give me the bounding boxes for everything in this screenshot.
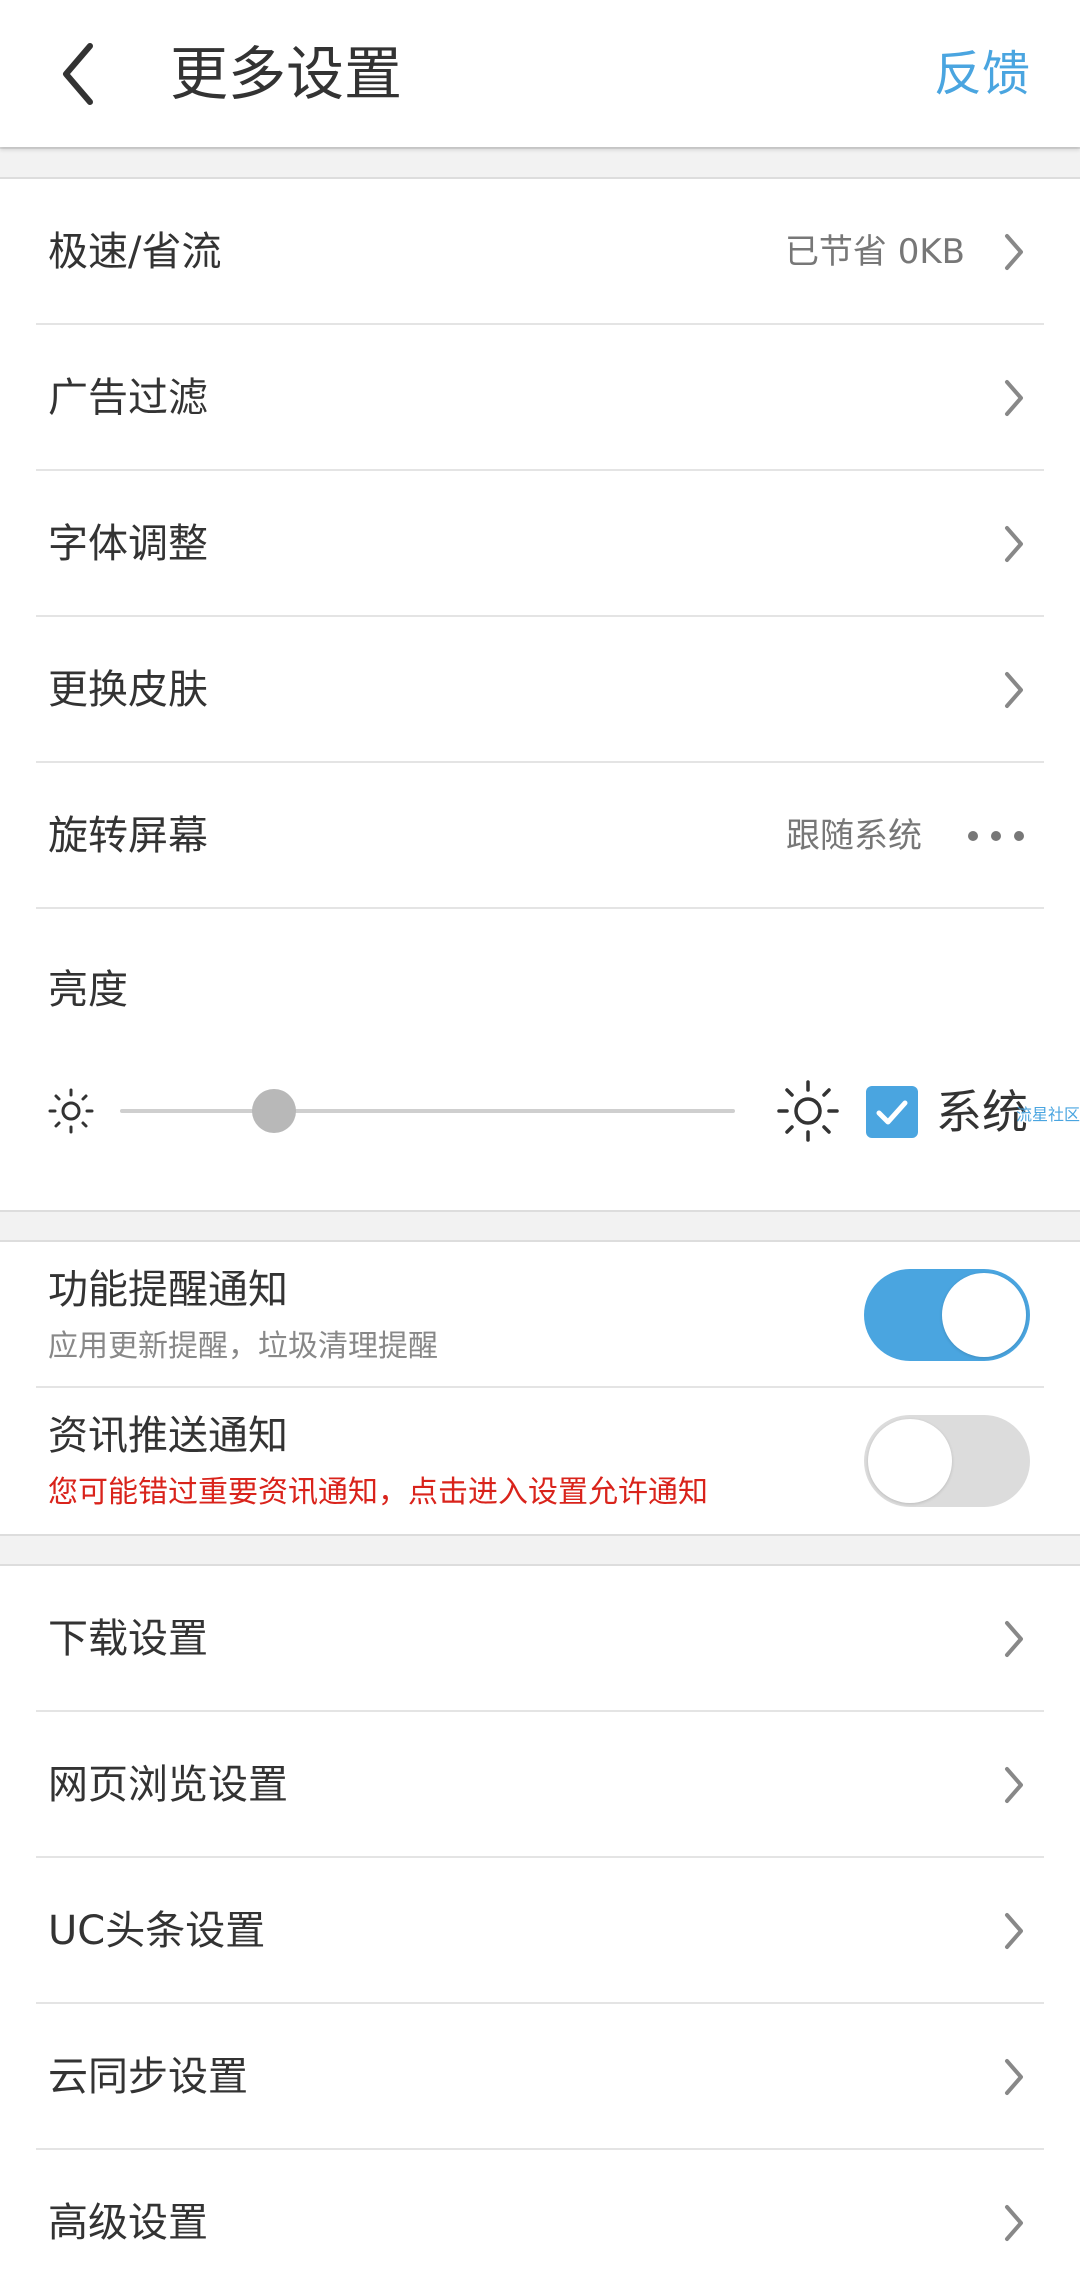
settings-row-web-browsing[interactable]: 网页浏览设置 [0, 1712, 1080, 1858]
chevron-left-icon [63, 43, 93, 105]
row-title: 资讯推送通知 [48, 1413, 288, 1459]
chevron-right-icon [1003, 524, 1025, 564]
settings-row-download[interactable]: 下载设置 [0, 1566, 1080, 1712]
row-value: 跟随系统 [786, 816, 922, 856]
feature-notification-toggle[interactable] [864, 1269, 1030, 1361]
brightness-low-icon [48, 1088, 94, 1134]
row-warning-text[interactable]: 您可能错过重要资讯通知，点击进入设置允许通知 [48, 1472, 708, 1514]
row-title: 功能提醒通知 [48, 1267, 288, 1313]
row-label: 极速/省流 [48, 229, 222, 275]
back-button[interactable] [50, 36, 110, 112]
settings-row-rotate-screen[interactable]: 旋转屏幕 跟随系统 [0, 763, 1080, 909]
feedback-button[interactable]: 反馈 [934, 40, 1030, 108]
settings-row-uc-headlines[interactable]: UC头条设置 [0, 1858, 1080, 2004]
chevron-right-icon [1003, 1619, 1025, 1659]
settings-row-cloud-sync[interactable]: 云同步设置 [0, 2004, 1080, 2150]
news-push-toggle[interactable] [864, 1415, 1030, 1507]
settings-row-ad-filter[interactable]: 广告过滤 [0, 325, 1080, 471]
row-label: 高级设置 [48, 2200, 208, 2246]
top-app-bar: 更多设置 反馈 [0, 0, 1080, 147]
brightness-slider-track[interactable] [120, 1109, 735, 1113]
row-label: 广告过滤 [48, 375, 208, 421]
settings-row-news-push-notification[interactable]: 资讯推送通知 您可能错过重要资讯通知，点击进入设置允许通知 [0, 1388, 1080, 1534]
system-brightness-checkbox[interactable] [866, 1086, 918, 1138]
row-label: 旋转屏幕 [48, 813, 208, 859]
row-label: 字体调整 [48, 521, 208, 567]
row-label: 更换皮肤 [48, 667, 208, 713]
chevron-right-icon [1003, 378, 1025, 418]
settings-row-speed-save[interactable]: 极速/省流 已节省 0KB [0, 179, 1080, 325]
chevron-right-icon [1003, 670, 1025, 710]
row-value: 已节省 0KB [784, 232, 965, 272]
section-gap [0, 1210, 1080, 1242]
section-gap [0, 147, 1080, 179]
row-subtitle: 应用更新提醒，垃圾清理提醒 [48, 1329, 438, 1364]
row-label: 网页浏览设置 [48, 1762, 288, 1808]
settings-row-advanced[interactable]: 高级设置 [0, 2150, 1080, 2296]
row-label: UC头条设置 [48, 1908, 266, 1954]
settings-row-feature-notification[interactable]: 功能提醒通知 应用更新提醒，垃圾清理提醒 [0, 1242, 1080, 1388]
row-label: 下载设置 [48, 1616, 208, 1662]
chevron-right-icon [1003, 1765, 1025, 1805]
toggle-knob [942, 1273, 1026, 1357]
brightness-label: 亮度 [48, 967, 128, 1013]
divider [36, 907, 1044, 909]
chevron-right-icon [1003, 2203, 1025, 2243]
section-gap [0, 1534, 1080, 1566]
page-title: 更多设置 [170, 40, 403, 108]
chevron-right-icon [1003, 1911, 1025, 1951]
system-brightness-label: 系统 [936, 1085, 1028, 1139]
chevron-right-icon [1003, 232, 1025, 272]
chevron-right-icon [1003, 2057, 1025, 2097]
more-dots-icon [968, 831, 1024, 841]
brightness-slider-thumb[interactable] [251, 1089, 296, 1133]
settings-row-skin[interactable]: 更换皮肤 [0, 617, 1080, 763]
brightness-high-icon [777, 1080, 839, 1142]
settings-row-font-size[interactable]: 字体调整 [0, 471, 1080, 617]
watermark: 流星社区 [1016, 1105, 1080, 1124]
row-label: 云同步设置 [48, 2054, 248, 2100]
check-icon [876, 1100, 908, 1125]
toggle-knob [868, 1419, 952, 1503]
